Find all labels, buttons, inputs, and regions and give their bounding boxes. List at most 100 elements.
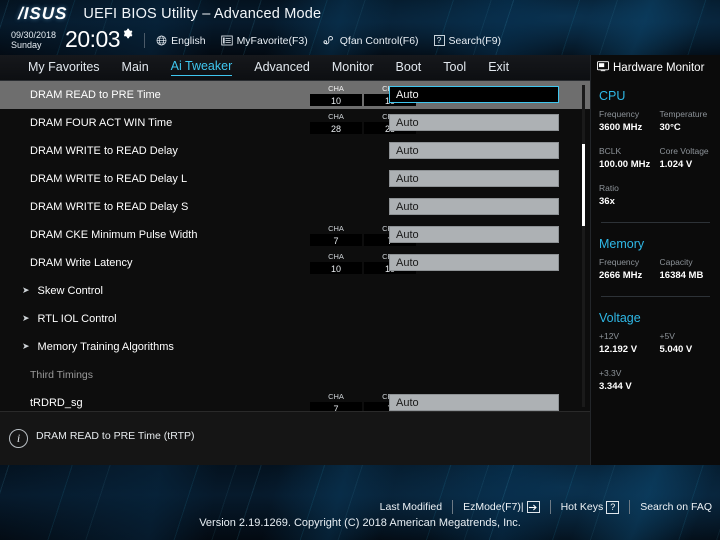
sidebar-stat-cell: BCLK 100.00 MHz xyxy=(599,145,660,171)
sidebar-stat-value: 3.344 V xyxy=(599,381,632,392)
sidebar-stat-cell: Frequency 2666 MHz xyxy=(599,256,660,282)
setting-label: Memory Training Algorithms xyxy=(37,341,174,353)
header-info-row: 09/30/2018 Sunday 20:03 English MyFavori… xyxy=(0,26,720,55)
channel-a-header: CHA xyxy=(328,84,344,93)
scrollbar-thumb[interactable] xyxy=(582,144,585,226)
setting-row[interactable]: DRAM READ to PRE TimeCHA10CHB10Auto xyxy=(0,81,590,109)
sidebar-stat-cell: +3.3V 3.344 V xyxy=(599,367,661,393)
star-list-icon xyxy=(220,35,233,46)
setting-row[interactable]: DRAM CKE Minimum Pulse WidthCHA7CHB7Auto xyxy=(0,221,590,249)
sidebar-stat-row: +3.3V 3.344 V xyxy=(591,367,720,393)
setting-value-field[interactable]: Auto xyxy=(389,394,559,411)
setting-row[interactable]: DRAM WRITE to READ Delay Auto xyxy=(0,137,590,165)
footer-divider xyxy=(629,500,631,514)
channel-a-readout: CHA 10 xyxy=(310,251,362,274)
question-box-icon: ? xyxy=(606,500,620,514)
setting-value-field[interactable]: Auto xyxy=(389,198,559,215)
sidebar-stat-key: +5V xyxy=(659,331,675,341)
submenu-row[interactable]: ➤ Skew Control xyxy=(0,277,590,305)
sidebar-section-memory: Memory xyxy=(599,237,645,251)
nav-tab-my-favorites[interactable]: My Favorites xyxy=(28,60,100,76)
sidebar-divider xyxy=(601,296,710,297)
sidebar-stat-key: Core Voltage xyxy=(659,146,709,156)
setting-row[interactable]: DRAM WRITE to READ Delay S Auto xyxy=(0,193,590,221)
section-header-label: Third Timings xyxy=(30,369,94,381)
sidebar-stat-key: +3.3V xyxy=(599,368,622,378)
sidebar-stat-key: Temperature xyxy=(659,109,708,119)
myfavorite-button[interactable]: MyFavorite(F3) xyxy=(220,35,308,47)
submenu-row[interactable]: ➤ Memory Training Algorithms xyxy=(0,333,590,361)
setting-row[interactable]: DRAM FOUR ACT WIN TimeCHA28CHB28Auto xyxy=(0,109,590,137)
language-label: English xyxy=(171,34,206,47)
sidebar-section-voltage: Voltage xyxy=(599,311,641,325)
nav-tab-advanced[interactable]: Advanced xyxy=(254,60,310,76)
setting-row[interactable]: DRAM WRITE to READ Delay L Auto xyxy=(0,165,590,193)
sidebar-stat-value: 30°C xyxy=(659,122,681,133)
setting-value-field[interactable]: Auto xyxy=(389,86,559,103)
setting-row[interactable]: DRAM Write LatencyCHA10CHB10Auto xyxy=(0,249,590,277)
last-modified-button[interactable]: Last Modified xyxy=(380,501,442,513)
channel-a-value: 10 xyxy=(310,262,362,274)
channel-a-readout: CHA 7 xyxy=(310,223,362,246)
footer-divider xyxy=(549,500,551,514)
question-box-icon: ? xyxy=(433,35,445,46)
hardware-monitor-panel: Hardware Monitor CPU Frequency 3600 MHz Tem… xyxy=(590,55,720,465)
setting-value-field[interactable]: Auto xyxy=(389,142,559,159)
setting-label: DRAM Write Latency xyxy=(30,257,133,269)
page-title: UEFI BIOS Utility – Advanced Mode xyxy=(83,6,322,22)
setting-value-field[interactable]: Auto xyxy=(389,254,559,271)
qfan-control-button[interactable]: Qfan Control(F6) xyxy=(323,35,419,47)
qfan-control-label: Qfan Control(F6) xyxy=(339,34,419,47)
setting-label: tRDRD_sg xyxy=(30,397,83,409)
nav-tab-main[interactable]: Main xyxy=(122,60,149,76)
setting-label: DRAM READ to PRE Time xyxy=(30,89,161,101)
chevron-right-icon: ➤ xyxy=(22,340,30,351)
ezmode-label: EzMode(F7)| xyxy=(463,501,524,513)
chevron-right-icon: ➤ xyxy=(22,284,30,295)
channel-a-value: 28 xyxy=(310,122,362,134)
channel-a-value: 7 xyxy=(310,402,362,411)
nav-tab-ai-tweaker[interactable]: Ai Tweaker xyxy=(170,59,233,76)
language-button[interactable]: English xyxy=(156,34,206,47)
channel-a-header: CHA xyxy=(328,112,344,121)
setting-label: DRAM WRITE to READ Delay S xyxy=(30,201,189,213)
hot-keys-label: Hot Keys xyxy=(560,501,604,513)
exit-arrow-icon xyxy=(526,501,540,513)
search-button[interactable]: ? Search(F9) xyxy=(433,35,501,47)
setting-row[interactable]: tRDRD_sgCHA7CHB7Auto xyxy=(0,389,590,411)
nav-tab-exit[interactable]: Exit xyxy=(488,60,509,76)
sidebar-stat-key: Capacity xyxy=(659,257,693,267)
sidebar-divider xyxy=(601,222,710,223)
hardware-monitor-label: Hardware Monitor xyxy=(613,62,705,74)
setting-value-field[interactable]: Auto xyxy=(389,114,559,131)
sidebar-stat-value: 3600 MHz xyxy=(599,122,643,133)
scrollbar-track[interactable] xyxy=(582,85,585,407)
setting-label: DRAM FOUR ACT WIN Time xyxy=(30,117,173,129)
submenu-row[interactable]: ➤ RTL IOL Control xyxy=(0,305,590,333)
setting-value-field[interactable]: Auto xyxy=(389,170,559,187)
hot-keys-button[interactable]: Hot Keys ? xyxy=(560,500,620,514)
hardware-monitor-title: Hardware Monitor xyxy=(591,55,720,75)
channel-a-header: CHA xyxy=(328,252,344,261)
nav-tab-tool[interactable]: Tool xyxy=(443,60,466,76)
gear-icon[interactable] xyxy=(122,28,133,42)
sidebar-stat-row: Frequency 2666 MHz Capacity 16384 MB xyxy=(591,256,720,282)
nav-tab-monitor[interactable]: Monitor xyxy=(332,60,374,76)
sidebar-stat-value: 100.00 MHz xyxy=(599,159,651,170)
channel-a-header: CHA xyxy=(328,224,344,233)
sidebar-stat-value: 12.192 V xyxy=(599,344,638,355)
sidebar-stat-row: +12V 12.192 V +5V 5.040 V xyxy=(591,330,720,356)
setting-value-field[interactable]: Auto xyxy=(389,226,559,243)
submenu-label-wrap: ➤ Skew Control xyxy=(22,285,103,297)
search-on-faq-button[interactable]: Search on FAQ xyxy=(640,501,712,513)
setting-label: DRAM CKE Minimum Pulse Width xyxy=(30,229,198,241)
sidebar-stat-row: Ratio 36x xyxy=(591,182,720,208)
asus-logo: /ISUS xyxy=(17,4,68,23)
sidebar-stat-row: BCLK 100.00 MHz Core Voltage 1.024 V xyxy=(591,145,720,171)
section-header-row: Third Timings xyxy=(0,361,590,389)
sidebar-stat-cell: Capacity 16384 MB xyxy=(660,256,720,282)
ezmode-button[interactable]: EzMode(F7)| xyxy=(463,501,540,513)
channel-a-readout: CHA 28 xyxy=(310,111,362,134)
nav-tab-boot[interactable]: Boot xyxy=(396,60,422,76)
chevron-right-icon: ➤ xyxy=(22,312,30,323)
